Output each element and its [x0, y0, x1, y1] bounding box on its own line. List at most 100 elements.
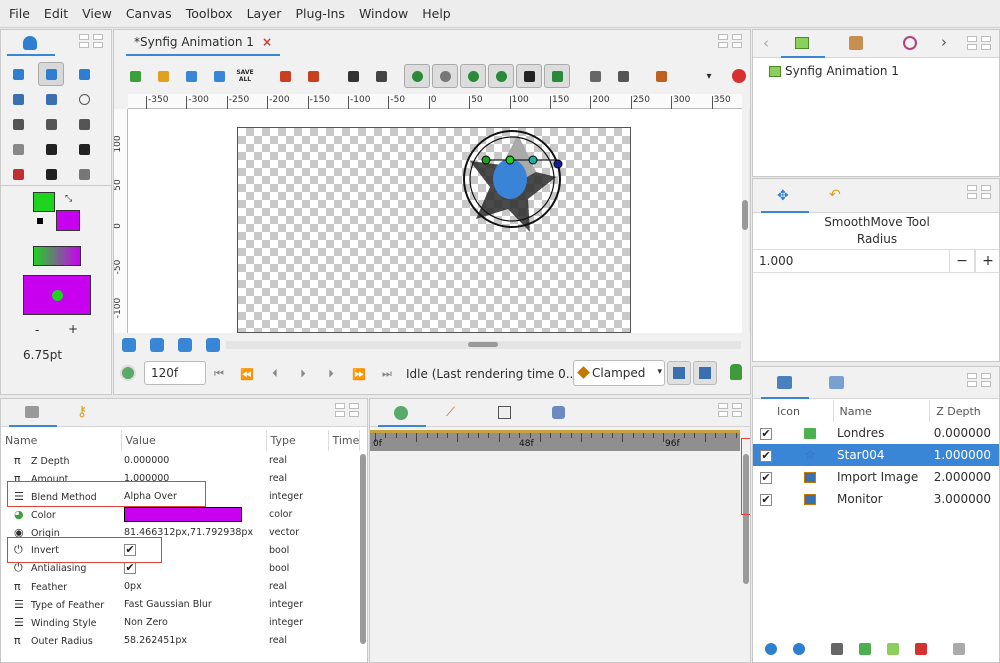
param-row[interactable]: π Z Depth 0.000000 real — [1, 451, 359, 469]
time-ruler[interactable]: 0f 48f 96f — [370, 430, 740, 451]
menu-edit[interactable]: Edit — [37, 0, 75, 28]
width-tool-button[interactable] — [38, 162, 64, 186]
menu-view[interactable]: View — [75, 0, 119, 28]
seek-next-keyframe-button[interactable]: ⏩ — [346, 362, 372, 386]
param-value[interactable]: 58.262451px — [121, 631, 266, 649]
seek-next-frame-button[interactable]: ⏵ — [318, 362, 344, 386]
cutout-tool-button[interactable] — [5, 162, 31, 186]
render-button[interactable] — [340, 64, 366, 88]
encapsulate-layer-button[interactable] — [855, 639, 875, 659]
param-row[interactable]: ☰ Type of Feather Fast Gaussian Blur intege… — [1, 595, 359, 613]
params-header-name[interactable]: Name — [1, 430, 122, 451]
work-area[interactable] — [128, 109, 750, 333]
curves-tab-icon[interactable] — [394, 406, 408, 420]
params-header-value[interactable]: Value — [121, 430, 267, 451]
panel-grip[interactable] — [967, 373, 995, 391]
toggle-quality-button[interactable] — [648, 64, 674, 88]
toolbar-menu-chevron[interactable]: ▾ — [696, 64, 722, 88]
param-row[interactable]: π Feather 0px real — [1, 577, 359, 595]
canvas-vscroll[interactable] — [742, 200, 748, 230]
onion-skin-button[interactable] — [610, 64, 636, 88]
zoom-100-icon[interactable] — [206, 338, 220, 352]
menu-file[interactable]: File — [2, 0, 37, 28]
encapsulate-switch-button[interactable] — [883, 639, 903, 659]
scale-tool-button[interactable] — [71, 62, 97, 86]
param-row[interactable]: ☰ Winding Style Non Zero integer — [1, 613, 359, 631]
rotate-tool-button[interactable] — [5, 87, 31, 111]
radius-input[interactable]: 1.000 — [753, 249, 949, 273]
radius-increase-button[interactable]: + — [975, 249, 999, 273]
menu-layer[interactable]: Layer — [240, 0, 289, 28]
draw-duck-width-button[interactable] — [516, 64, 542, 88]
star-layer-preview[interactable] — [458, 127, 578, 237]
gradient-swatch[interactable] — [33, 246, 81, 266]
layer-name[interactable]: Monitor — [833, 488, 930, 510]
layers-header-z-depth[interactable]: Z Depth — [929, 400, 999, 422]
seek-prev-keyframe-button[interactable]: ⏪ — [234, 362, 260, 386]
panel-grip[interactable] — [967, 36, 995, 54]
param-value[interactable]: Non Zero — [121, 613, 266, 631]
params-tab-icon[interactable] — [25, 406, 39, 418]
checkbox[interactable]: ✔ — [124, 562, 136, 574]
save-file-button[interactable] — [178, 64, 204, 88]
duplicate-layer-button[interactable] — [827, 639, 847, 659]
raise-layer-button[interactable] — [761, 639, 781, 659]
menu-toolbox[interactable]: Toolbox — [179, 0, 240, 28]
layer-name[interactable]: Import Image — [833, 466, 930, 488]
param-value[interactable] — [121, 505, 266, 523]
save-as-button[interactable] — [206, 64, 232, 88]
onion-skin-icon[interactable] — [730, 364, 742, 380]
seek-end-button[interactable]: ⏭ — [374, 362, 400, 386]
lower-bound-button[interactable] — [667, 361, 691, 385]
graphs-tab-icon[interactable]: ⟋ — [446, 405, 455, 420]
close-icon[interactable]: × — [262, 35, 272, 49]
params-header-type[interactable]: Type — [266, 430, 329, 451]
delete-layer-button[interactable] — [911, 639, 931, 659]
reset-colors-icon[interactable] — [37, 218, 43, 224]
lower-layer-button[interactable] — [789, 639, 809, 659]
color-swatch[interactable] — [124, 506, 242, 522]
mirror-tool-button[interactable] — [38, 87, 64, 111]
draw-duck-position-button[interactable] — [404, 64, 430, 88]
brush-size-value[interactable]: 6.75pt — [23, 348, 62, 362]
current-frame-field[interactable]: 120f — [144, 361, 206, 385]
save-all-button[interactable]: SAVE ALL — [232, 64, 258, 88]
brush-size-increase[interactable]: + — [68, 322, 78, 336]
tool-options-tab-icon[interactable]: ✥ — [777, 189, 791, 203]
chevron-left-icon[interactable]: ‹ — [763, 34, 769, 52]
redo-button[interactable] — [300, 64, 326, 88]
layers-header-icon[interactable]: Icon — [753, 400, 834, 422]
navigator-tab-icon[interactable] — [903, 36, 917, 50]
layers-header-name[interactable]: Name — [833, 400, 931, 422]
sound-tab-icon[interactable] — [552, 406, 565, 419]
sets-tab-icon[interactable] — [829, 376, 844, 389]
menu-plug-ins[interactable]: Plug-Ins — [288, 0, 352, 28]
draw-duck-vertex-button[interactable] — [432, 64, 458, 88]
draw-duck-angle-button[interactable] — [544, 64, 570, 88]
star-tool-button[interactable] — [38, 112, 64, 136]
chevron-right-icon[interactable]: › — [941, 33, 947, 51]
gradient-tool-button[interactable] — [5, 137, 31, 161]
param-row[interactable]: ◕ Color color — [1, 505, 359, 523]
cut-layer-button[interactable] — [949, 639, 969, 659]
layer-row[interactable]: ✔ ☆ Star004 1.000000 — [753, 444, 999, 466]
panel-grip[interactable] — [79, 34, 107, 52]
layers-tab-icon[interactable] — [777, 376, 792, 389]
transform-tool-button[interactable] — [5, 62, 31, 86]
history-tab-icon[interactable]: ↶ — [829, 187, 841, 203]
layer-name[interactable]: Londres — [833, 422, 930, 444]
canvas-browser-item[interactable]: Synfig Animation 1 — [769, 64, 899, 78]
param-row[interactable]: π Outer Radius 58.262451px real — [1, 631, 359, 649]
param-value[interactable]: Fast Gaussian Blur — [121, 595, 266, 613]
layer-visibility-checkbox[interactable]: ✔ — [760, 494, 772, 506]
layer-visibility-checkbox[interactable]: ✔ — [760, 472, 772, 484]
circle-tool-button[interactable] — [71, 87, 97, 111]
layer-name[interactable]: Star004 — [833, 444, 930, 466]
zoom-out-icon[interactable] — [122, 338, 136, 352]
stop-render-button[interactable] — [726, 64, 750, 88]
new-file-button[interactable] — [122, 64, 148, 88]
library-tab-icon[interactable] — [849, 36, 863, 50]
eyedrop-tool-button[interactable] — [71, 162, 97, 186]
layer-row[interactable]: ✔ Monitor 3.000000 — [753, 488, 999, 510]
upper-bound-button[interactable] — [693, 361, 717, 385]
